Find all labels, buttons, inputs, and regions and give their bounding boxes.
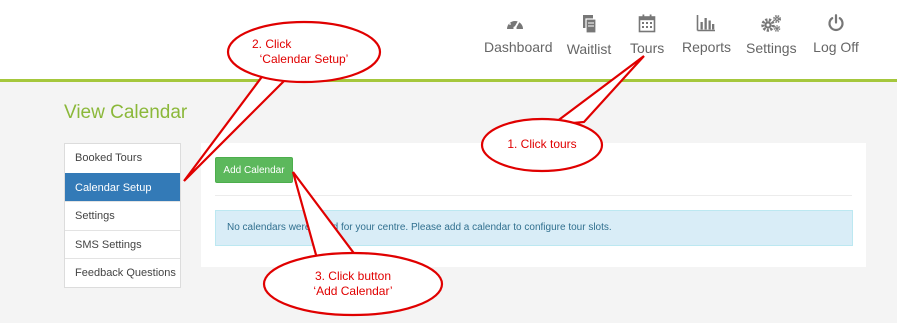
callout-3-line-1: 3. Click button bbox=[314, 269, 392, 283]
callout-1-pointer bbox=[548, 55, 645, 127]
callout-1-text: 1. Click tours bbox=[492, 137, 592, 152]
callout-1-label: 1. Click tours bbox=[507, 137, 577, 151]
callout-2-line-1: 2. Click bbox=[252, 37, 292, 51]
callout-3-pointer bbox=[291, 171, 358, 264]
callout-2-pointer bbox=[183, 64, 298, 182]
callout-3-text: 3. Click button ‘Add Calendar’ bbox=[278, 269, 428, 299]
callout-3-line-2: ‘Add Calendar’ bbox=[313, 284, 393, 298]
callout-overlay bbox=[183, 20, 645, 317]
callout-2-text: 2. Click ‘Calendar Setup’ bbox=[238, 37, 370, 67]
callout-2-line-2: ‘Calendar Setup’ bbox=[259, 52, 349, 66]
